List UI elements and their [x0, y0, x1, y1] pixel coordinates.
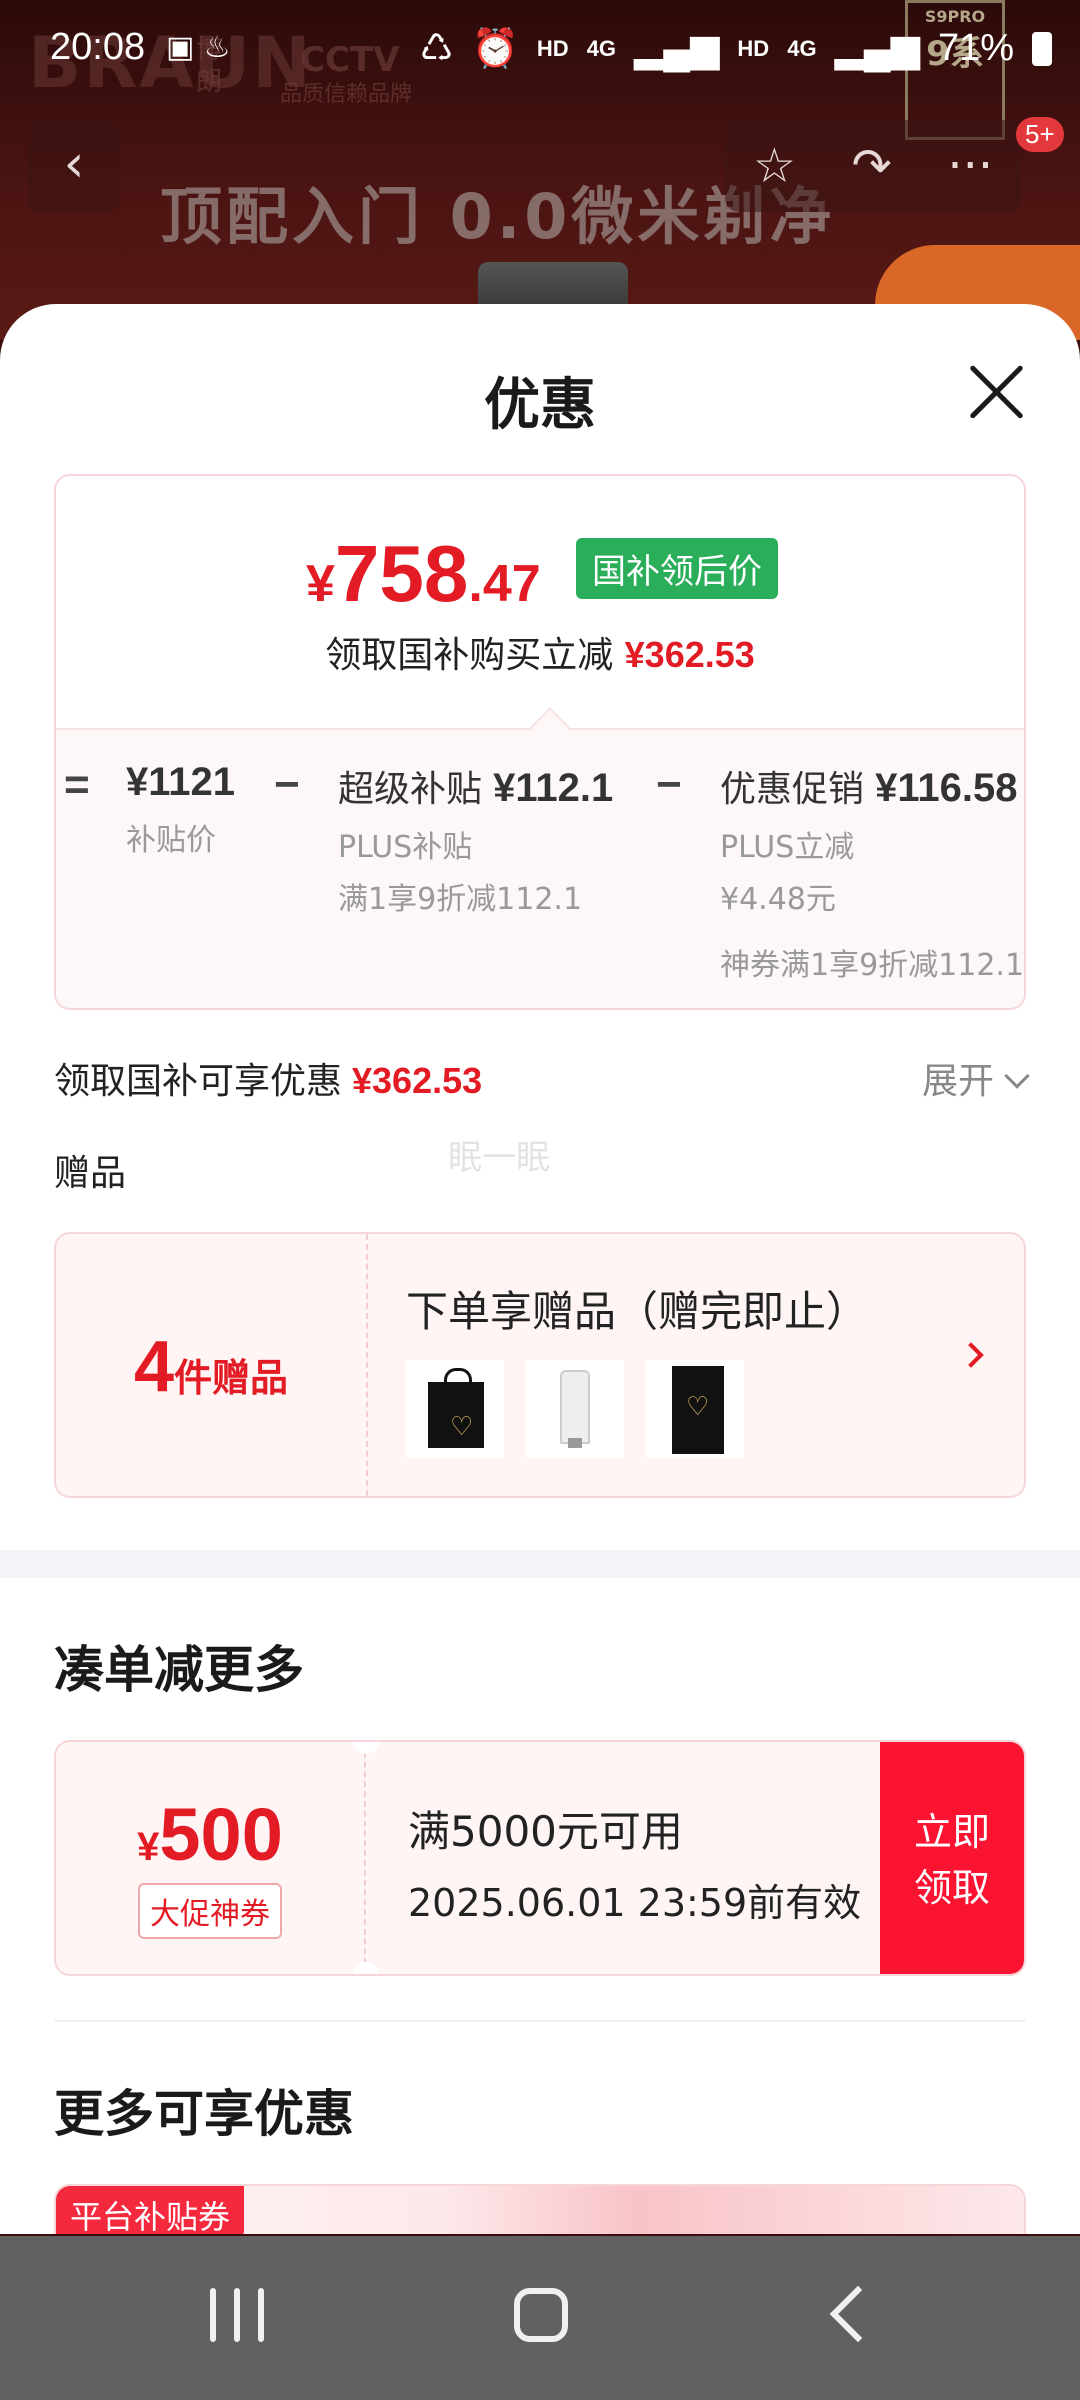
subsidy-discount-label: 领取国补可享优惠 — [54, 1061, 343, 1102]
price-subtitle: 领取国补购买立减 ¥362.53 — [325, 634, 755, 676]
alarm-icon: ⏰ — [471, 27, 519, 70]
battery-percent: 71% — [937, 27, 1014, 69]
gifts-section-label: 赠品 — [54, 1153, 127, 1194]
price-subtitle-amount: ¥362.53 — [624, 634, 755, 675]
platform-coupon-tag: 平台补贴券 — [56, 2186, 245, 2234]
subsidy-discount-amount: ¥362.53 — [352, 1060, 483, 1101]
recent-apps-icon[interactable] — [210, 2288, 266, 2342]
nfc-icon: ♺ — [419, 28, 454, 70]
watermark-text: 眠一眠 — [448, 1138, 550, 1178]
gift-title: 下单享赠品（赠完即止） — [406, 1287, 869, 1336]
status-time: 20:08 — [50, 26, 146, 68]
price-breakdown: = ¥1121 补贴价 − 超级补贴 ¥112.1 PLUS补贴 满1享9折减1… — [56, 728, 1024, 1008]
top-actions: ☆ ↷ ··· — [725, 120, 1021, 212]
status-right-icons: ♺ ⏰ HD 4G ▂▄▆ HD 4G ▂▄▆ 71% — [419, 26, 1052, 71]
coupon-card: ¥500 大促神券 满5000元可用 2025.06.01 23:59前有效 立… — [54, 1740, 1026, 1976]
super-subsidy-label: 超级补贴 — [338, 769, 483, 810]
super-subsidy-amount: ¥112.1 — [493, 766, 614, 810]
gift-box-image — [646, 1360, 744, 1458]
favorite-star-icon[interactable]: ☆ — [753, 138, 796, 194]
back-nav-icon[interactable] — [829, 2285, 887, 2343]
network-4g-label: 4G — [586, 35, 617, 61]
status-bar: 20:08 ▣ ♨ ♺ ⏰ HD 4G ▂▄▆ HD 4G ▂▄▆ 71% — [0, 0, 1080, 100]
coupon-condition: 满5000元可用 — [408, 1807, 683, 1856]
claim-coupon-button[interactable]: 立即 领取 — [880, 1742, 1024, 1974]
coupon-type-tag: 大促神券 — [138, 1883, 282, 1939]
hd-label: HD — [536, 35, 569, 61]
promo-line2: ¥4.48元 — [720, 882, 836, 917]
subsidy-price-tag: 国补领后价 — [576, 538, 778, 599]
home-icon[interactable] — [514, 2288, 568, 2342]
coupon-expiry: 2025.06.01 23:59前有效 — [408, 1881, 862, 1925]
chevron-right-icon[interactable] — [958, 1342, 984, 1368]
expand-button[interactable]: 展开 — [922, 1052, 1030, 1104]
message-count-badge: 5+ — [1016, 117, 1064, 152]
gift-cleanser-image — [526, 1360, 624, 1458]
more-offers-title: 更多可享优惠 — [54, 2085, 354, 2143]
back-button[interactable]: ‹ — [28, 120, 120, 212]
discount-sheet: 优惠 ¥758.47 国补领后价 领取国补购买立减 ¥362.53 = ¥112… — [0, 304, 1080, 2234]
coupon-value: ¥500 大促神券 — [56, 1742, 366, 1974]
subsidy-discount-row: 领取国补可享优惠 ¥362.53 — [54, 1052, 482, 1104]
base-price-label: 补贴价 — [126, 823, 216, 858]
coupon-amount: ¥500 — [137, 1793, 283, 1876]
promo-label: 优惠促销 — [720, 769, 865, 810]
super-subsidy-block: 超级补贴 ¥112.1 PLUS补贴 满1享9折减112.1 — [338, 760, 613, 918]
base-price-block: ¥1121 补贴价 — [126, 760, 235, 859]
close-icon[interactable] — [960, 356, 1032, 428]
minus-sign: − — [274, 760, 300, 809]
promo-amount: ¥116.58 — [875, 766, 1018, 810]
super-subsidy-line1: PLUS补贴 — [338, 830, 473, 865]
signal-icon-2: ▂▄▆ — [834, 28, 920, 70]
price-card: ¥758.47 国补领后价 领取国补购买立减 ¥362.53 = ¥1121 补… — [54, 474, 1026, 1010]
gift-thumbnails — [406, 1360, 744, 1458]
final-price: ¥758.47 — [306, 529, 541, 618]
promo-block: 优惠促销 ¥116.58 PLUS立减 ¥4.48元 神券满1享9折减112.1 — [720, 760, 1024, 984]
signal-icon: ▂▄▆ — [634, 28, 720, 70]
network-4g-label-2: 4G — [787, 35, 817, 61]
more-icon[interactable]: ··· — [947, 138, 993, 194]
section-separator — [0, 1550, 1080, 1578]
divider — [54, 2020, 1026, 2022]
promo-line1: PLUS立减 — [720, 830, 855, 865]
base-price: ¥1121 — [126, 760, 236, 804]
promo-line3: 神券满1享9折减112.1 — [720, 948, 1025, 983]
gift-count: 4件赠品 — [56, 1234, 368, 1496]
combine-order-title: 凑单减更多 — [54, 1641, 304, 1699]
platform-coupon-card[interactable]: 平台补贴券 — [54, 2184, 1026, 2234]
super-subsidy-line2: 满1享9折减112.1 — [338, 882, 583, 917]
minus-sign-2: − — [656, 760, 682, 809]
equals-sign: = — [64, 760, 90, 809]
chevron-down-icon — [1004, 1063, 1030, 1089]
battery-icon — [1032, 31, 1052, 66]
hd-label-2: HD — [737, 35, 770, 61]
notification-icons: ▣ ♨ — [166, 30, 231, 65]
share-icon[interactable]: ↷ — [852, 138, 892, 194]
gift-bag-image — [406, 1360, 504, 1458]
system-navigation-bar — [0, 2236, 1080, 2400]
sheet-title: 优惠 — [484, 373, 596, 438]
gift-card[interactable]: 4件赠品 下单享赠品（赠完即止） — [54, 1232, 1026, 1498]
